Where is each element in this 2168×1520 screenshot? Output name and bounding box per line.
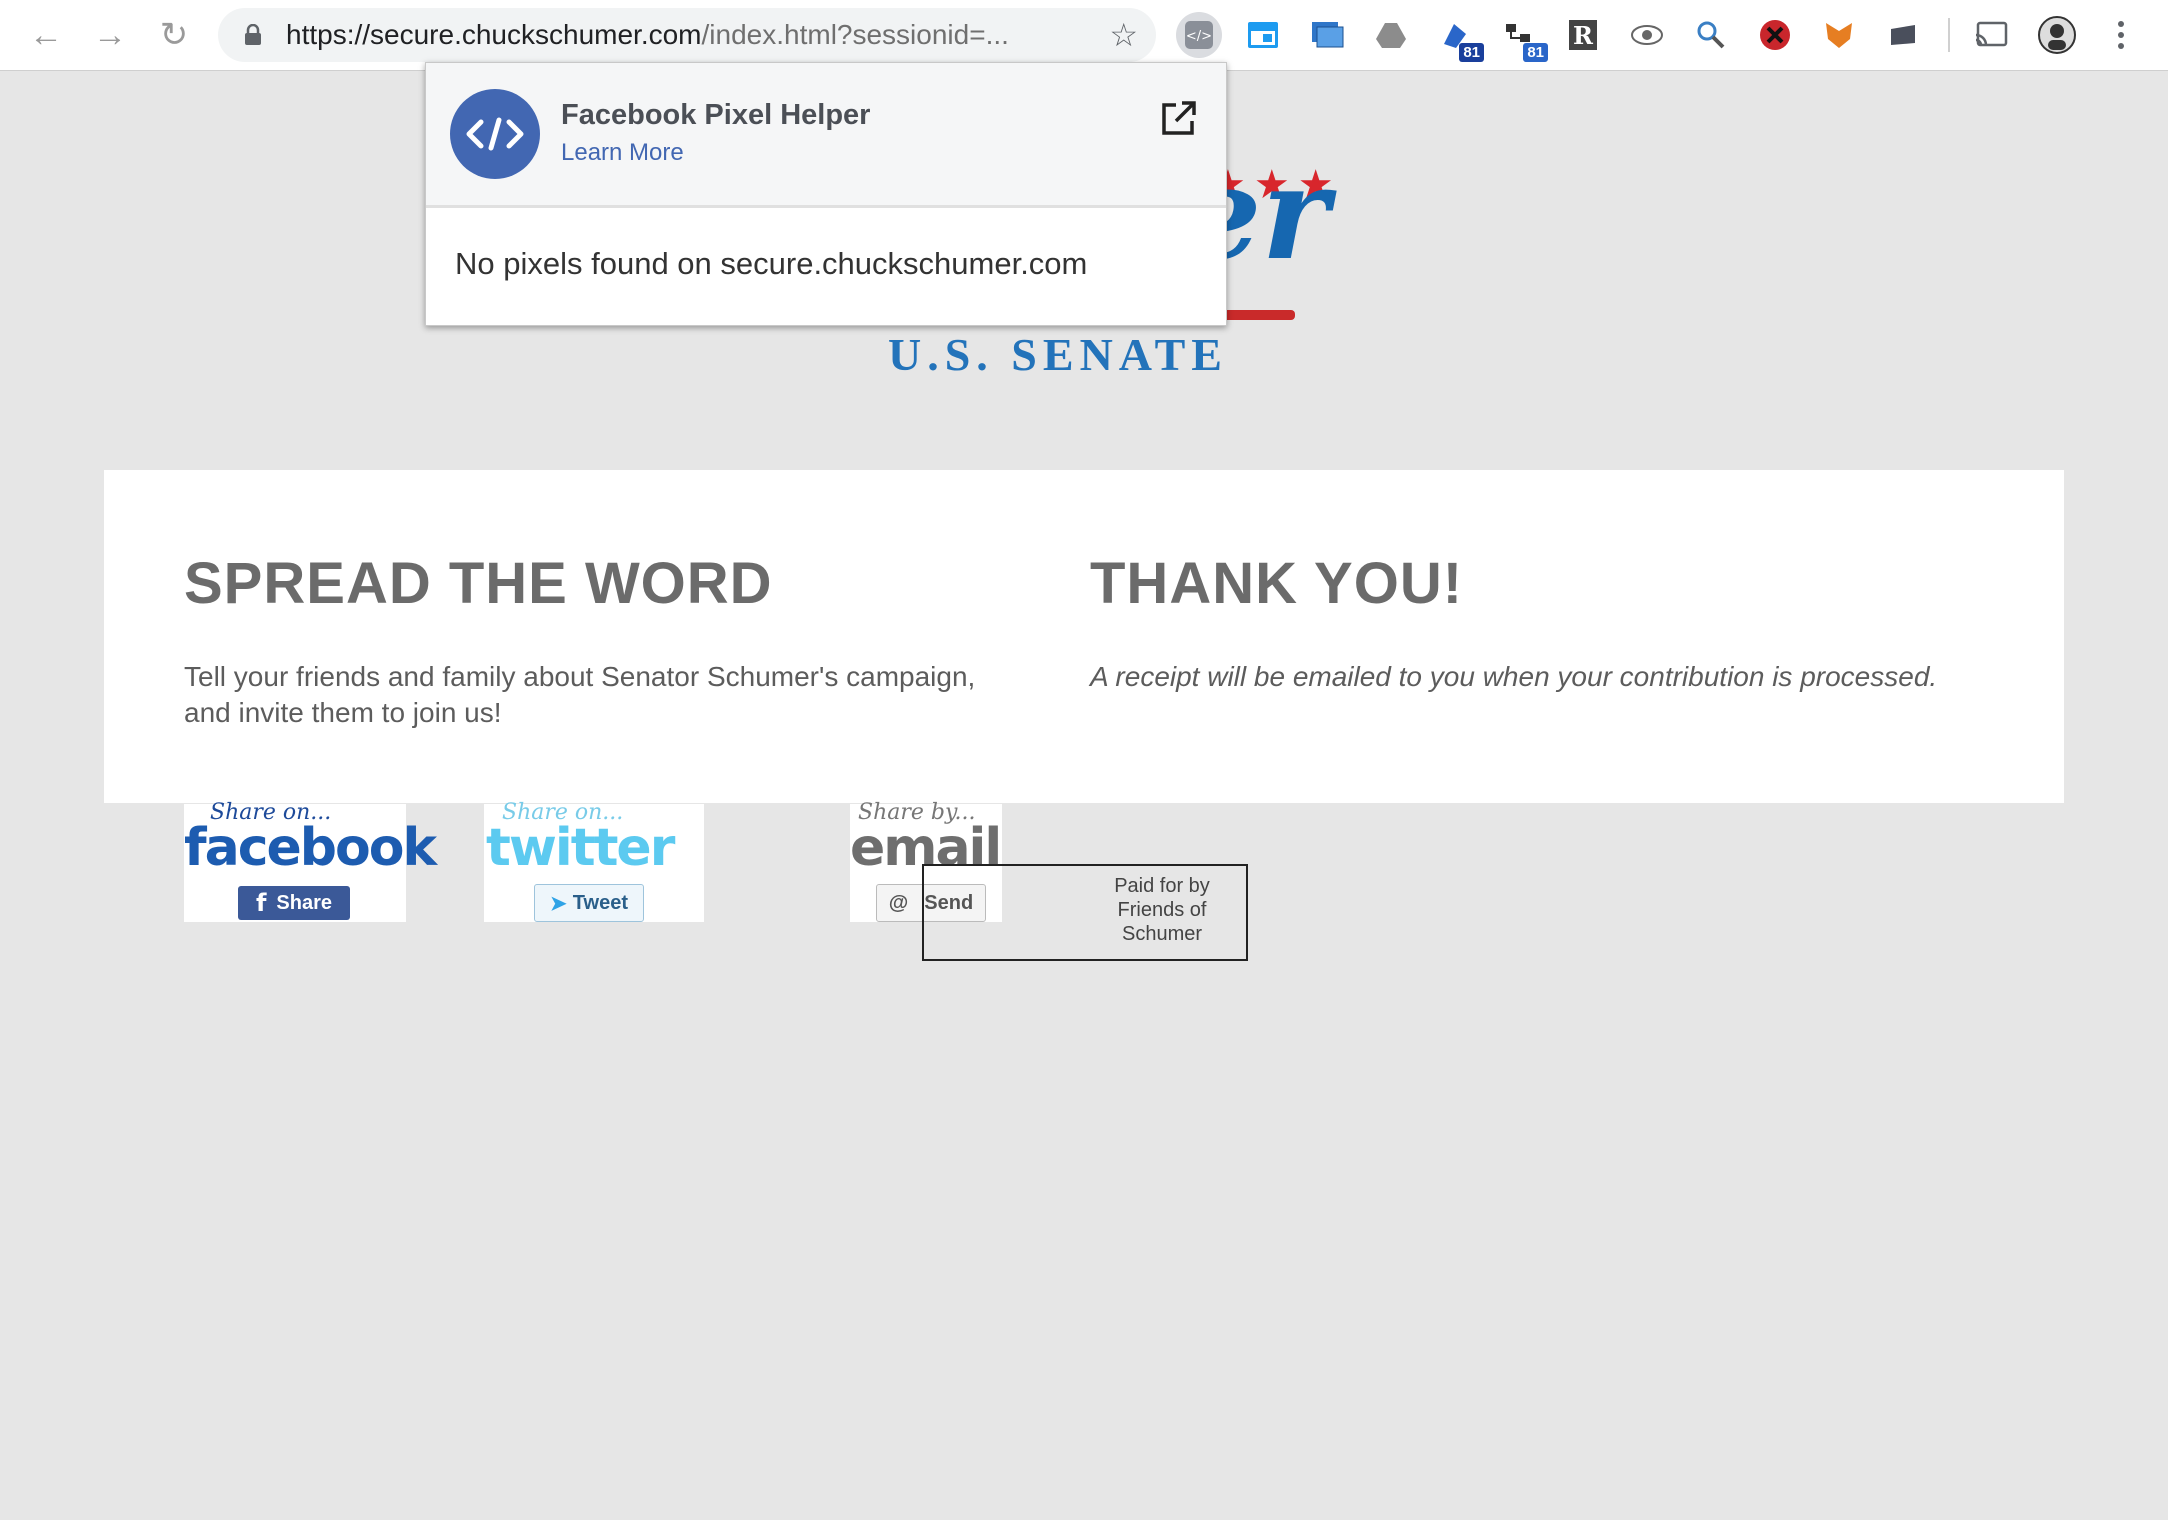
magnifier-extension-icon[interactable] — [1688, 12, 1734, 58]
toolbar-divider — [1948, 18, 1950, 52]
url-text: https://secure.chuckschumer.com/index.ht… — [286, 19, 1009, 51]
reload-icon[interactable]: ↻ — [152, 14, 196, 56]
cast-icon[interactable] — [1968, 12, 2014, 58]
svg-text:R: R — [1573, 21, 1594, 50]
open-external-icon[interactable] — [1158, 99, 1198, 139]
popup-header: Facebook Pixel Helper Learn More — [426, 63, 1226, 208]
forward-arrow-icon[interactable]: → — [88, 14, 132, 56]
share-facebook-brand: facebook — [184, 818, 437, 878]
popup-title: Facebook Pixel Helper — [561, 99, 871, 131]
code-brackets-icon — [450, 89, 540, 179]
bookmark-star-icon[interactable]: ☆ — [1109, 16, 1138, 54]
lock-icon — [245, 24, 261, 45]
pixel-helper-popup: Facebook Pixel Helper Learn More No pixe… — [425, 62, 1227, 326]
badge-extension-icon-1[interactable]: 81 — [1432, 12, 1484, 62]
screenshot-extension-icon[interactable] — [1304, 12, 1350, 58]
extension-badge-count: 81 — [1459, 43, 1484, 62]
back-arrow-icon[interactable]: ← — [24, 14, 68, 56]
spread-text: Tell your friends and family about Senat… — [184, 661, 976, 728]
receipt-text: A receipt will be emailed to you when yo… — [1090, 661, 1938, 692]
no-pixels-message: No pixels found on secure.chuckschumer.c… — [455, 246, 1088, 281]
share-facebook-button[interactable]: Share on... facebook f Share — [184, 800, 437, 922]
card-extension-icon[interactable] — [1880, 12, 1926, 58]
facebook-f-icon: f — [255, 889, 267, 917]
address-bar[interactable]: https://secure.chuckschumer.com/index.ht… — [218, 8, 1156, 62]
blocker-extension-icon[interactable] — [1752, 12, 1798, 58]
tweet-text: Tweet — [572, 891, 628, 914]
spread-heading: SPREAD THE WORD — [184, 551, 773, 616]
badge-extension-icon-2[interactable]: 81 — [1496, 12, 1548, 62]
url-path: /index.html?sessionid=... — [701, 19, 1009, 50]
drive-icon[interactable] — [1368, 12, 1414, 58]
window-extension-icon[interactable] — [1240, 12, 1286, 58]
profile-avatar[interactable] — [2034, 12, 2080, 58]
facebook-share-text: Share — [276, 891, 333, 914]
thank-you-heading: THANK YOU! — [1090, 551, 1464, 616]
at-sign-icon: @ — [888, 891, 909, 914]
menu-kebab-icon[interactable] — [2098, 12, 2144, 58]
spread-the-word-section: SPREAD THE WORD Tell your friends and fa… — [184, 550, 1004, 731]
paid-for-by-text: Paid for by Friends of Schumer — [1114, 875, 1210, 945]
eye-extension-icon[interactable] — [1624, 12, 1670, 58]
svg-text:</>: </> — [1186, 29, 1212, 44]
tweet-mini-button[interactable]: ➤ Tweet — [534, 884, 644, 922]
logo-subtitle: U.S. SENATE — [888, 329, 1228, 380]
facebook-share-mini-button[interactable]: f Share — [238, 886, 350, 920]
browser-toolbar: ← → ↻ https://secure.chuckschumer.com/in… — [0, 0, 2168, 71]
twitter-bird-icon: ➤ — [550, 892, 567, 915]
pixel-helper-extension-icon[interactable]: </> — [1176, 12, 1222, 58]
r-extension-icon[interactable]: R — [1560, 12, 1606, 58]
extension-badge-count: 81 — [1523, 43, 1548, 62]
thank-you-section: THANK YOU! A receipt will be emailed to … — [1090, 550, 2010, 695]
share-twitter-brand: twitter — [486, 818, 675, 878]
learn-more-link[interactable]: Learn More — [561, 139, 684, 167]
content-card: SPREAD THE WORD Tell your friends and fa… — [104, 470, 2064, 803]
share-twitter-button[interactable]: Share on... twitter ➤ Tweet — [484, 800, 704, 922]
url-domain: https://secure.chuckschumer.com — [286, 19, 702, 50]
fox-extension-icon[interactable] — [1816, 12, 1862, 58]
